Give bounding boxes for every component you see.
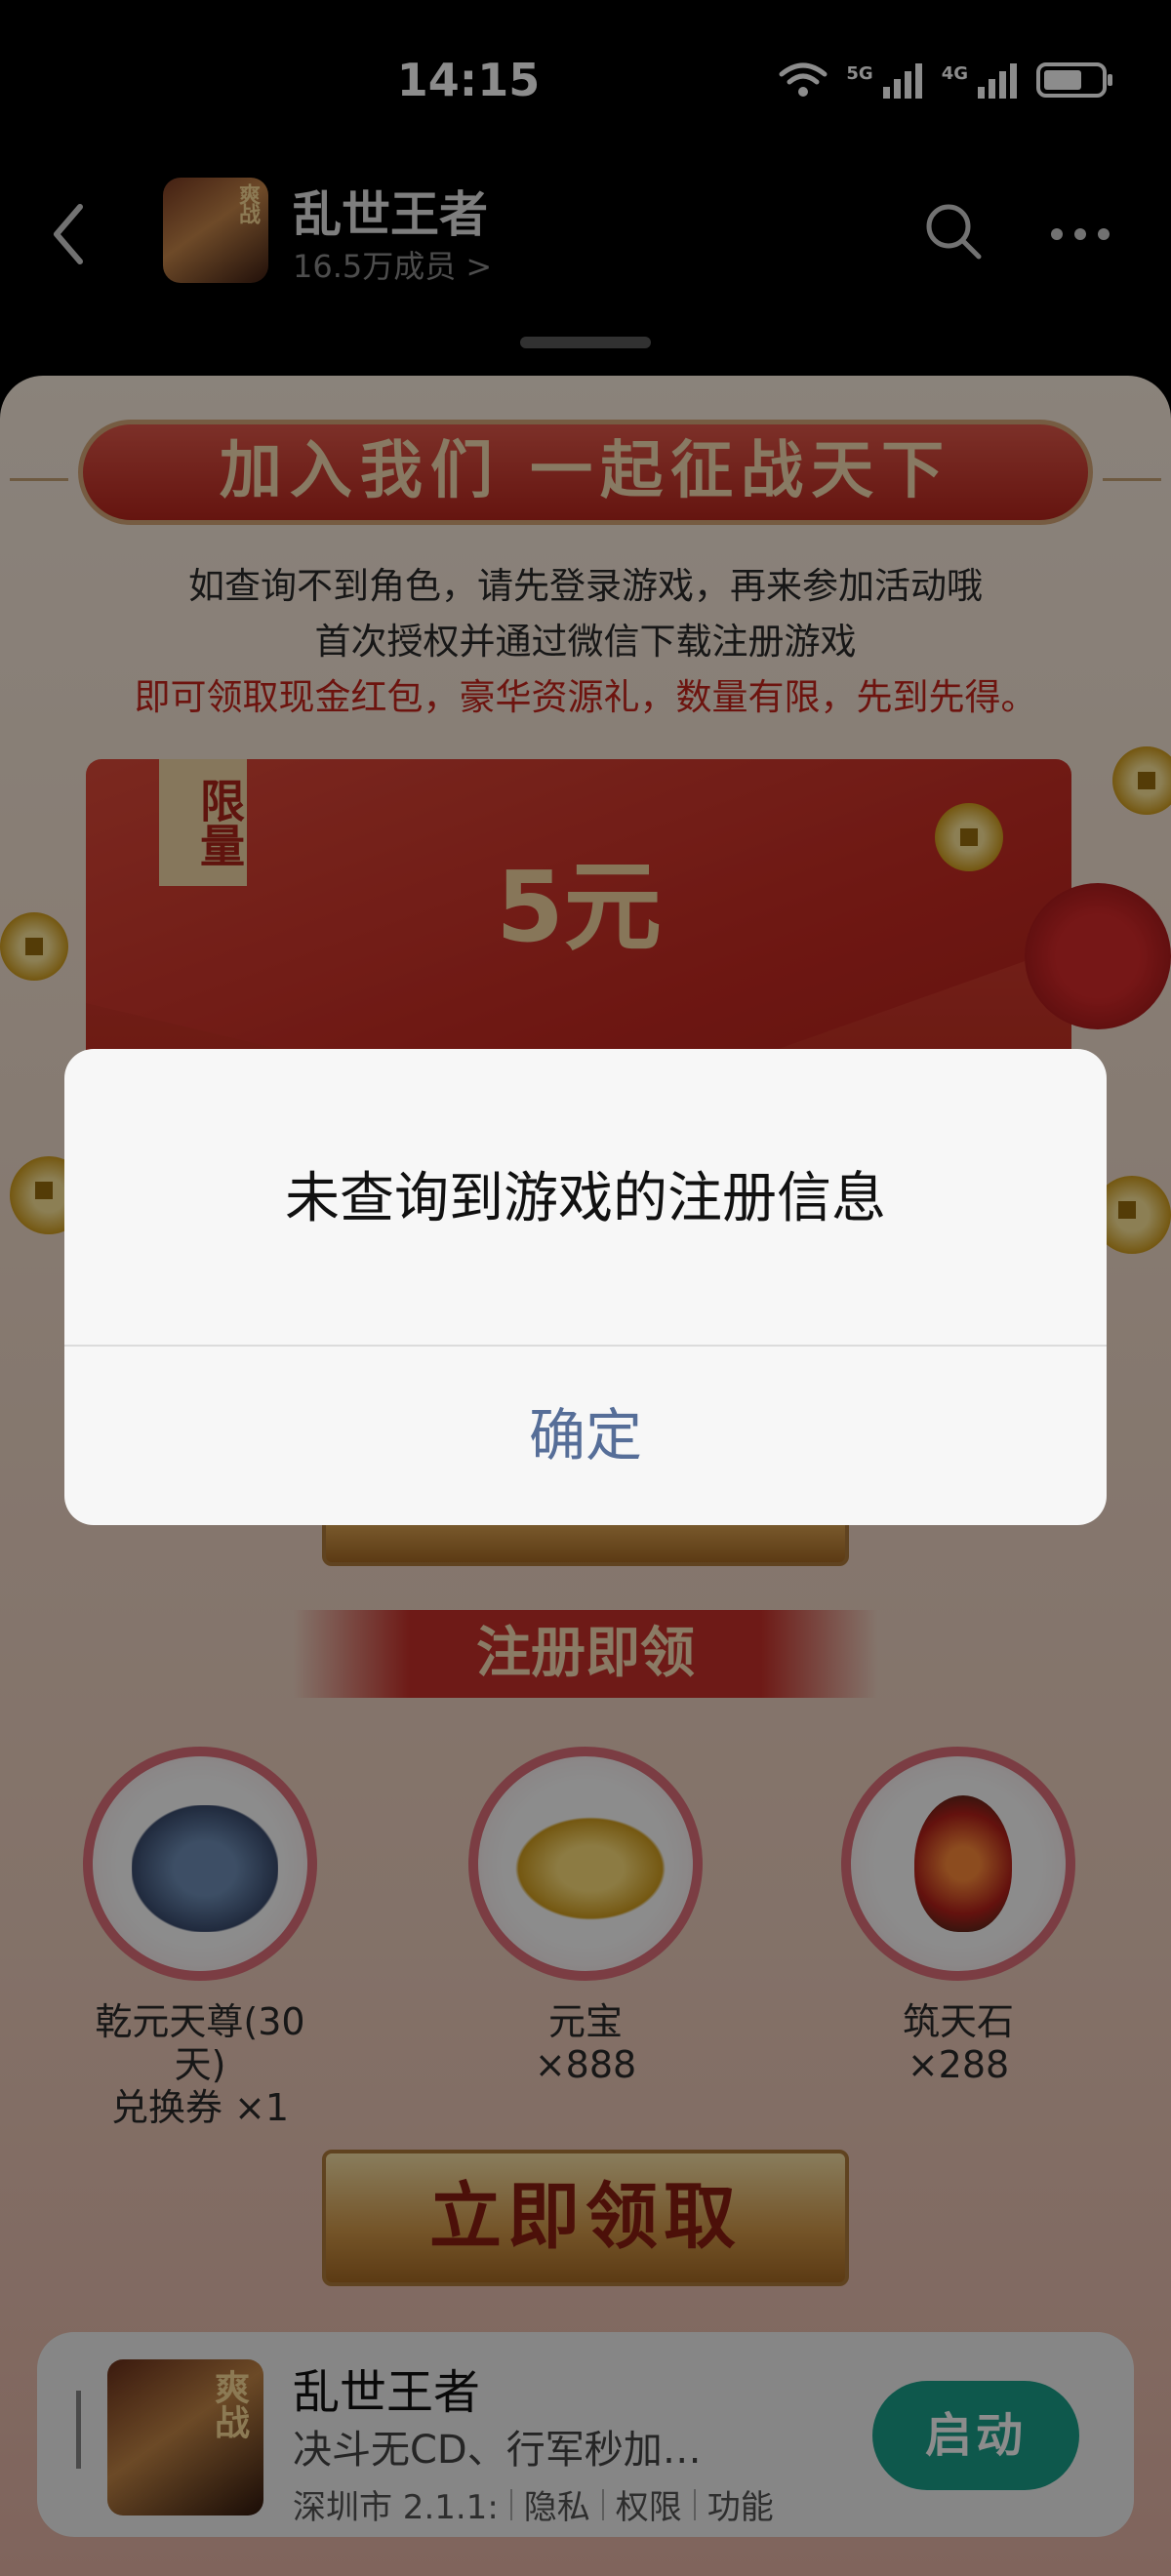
dialog-message: 未查询到游戏的注册信息 (285, 1167, 886, 1230)
confirm-button[interactable]: 确定 (64, 1346, 1107, 1525)
alert-dialog: 未查询到游戏的注册信息 确定 (64, 1049, 1107, 1525)
